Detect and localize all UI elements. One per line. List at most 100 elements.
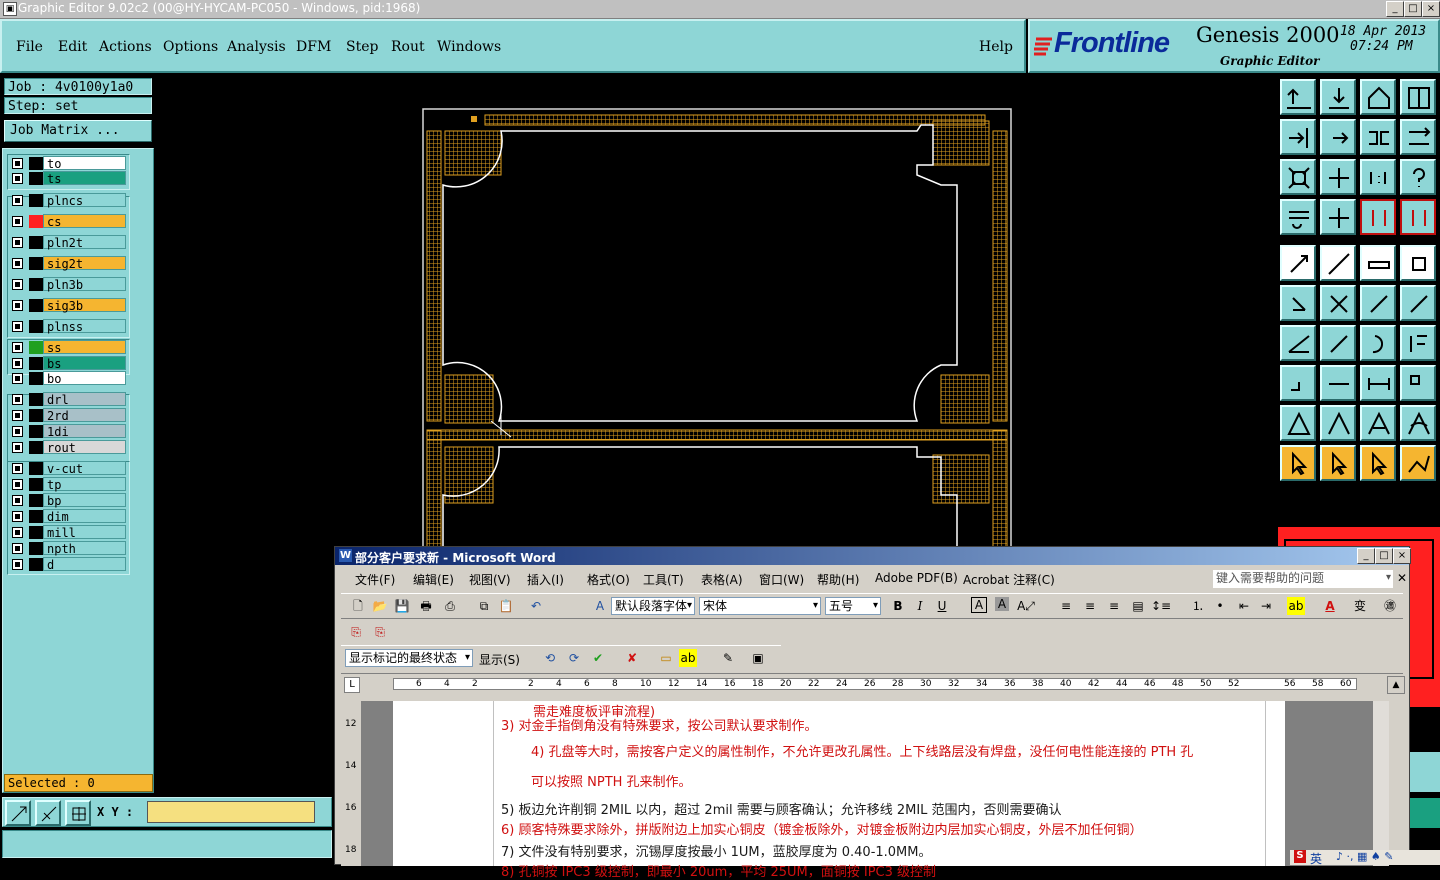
right-side-control[interactable] <box>1410 752 1440 792</box>
close-button[interactable]: × <box>1422 1 1440 17</box>
layer-row-tp[interactable]: tp <box>7 477 128 492</box>
font-select[interactable]: 宋体 <box>699 597 821 615</box>
word-menu-item[interactable]: 表格(A) <box>701 571 743 588</box>
layer-checkbox[interactable] <box>12 479 23 490</box>
word-menu-item[interactable]: Adobe PDF(B) <box>875 571 958 585</box>
triangle-line-icon-button[interactable] <box>1320 405 1356 441</box>
layer-color-swatch[interactable] <box>29 393 43 406</box>
word-menu-item[interactable]: 窗口(W) <box>759 571 804 588</box>
move-node-icon-button[interactable] <box>1280 365 1316 401</box>
print-preview-icon[interactable]: ⎙ <box>441 597 459 615</box>
shapes-icon-button[interactable] <box>1400 365 1436 401</box>
layer-color-swatch[interactable] <box>29 494 43 507</box>
layer-color-swatch[interactable] <box>29 441 43 454</box>
line-node-icon-button[interactable] <box>1360 285 1396 321</box>
word-menu-item[interactable]: Acrobat 注释(C) <box>963 571 1055 588</box>
menu-step[interactable]: Step <box>346 39 378 55</box>
layer-checkbox[interactable] <box>12 426 23 437</box>
layer-name[interactable]: cs <box>43 214 126 229</box>
layer-color-swatch[interactable] <box>29 425 43 438</box>
layer-color-swatch[interactable] <box>29 357 43 370</box>
menu-options[interactable]: Options <box>163 39 218 55</box>
layer-checkbox[interactable] <box>12 394 23 405</box>
layer-checkbox[interactable] <box>12 195 23 206</box>
layer-color-swatch[interactable] <box>29 510 43 523</box>
layer-checkbox[interactable] <box>12 173 23 184</box>
layer-checkbox[interactable] <box>12 559 23 570</box>
layer-name[interactable]: plncs <box>43 193 126 208</box>
pad-icon-button[interactable] <box>1400 245 1436 281</box>
pdf-convert-icon[interactable]: ⎘ <box>347 623 365 641</box>
layer-name[interactable]: bs <box>43 356 126 371</box>
layer-name[interactable]: d <box>43 557 126 572</box>
layer-row-d[interactable]: d <box>7 557 128 572</box>
measure-button[interactable] <box>35 800 61 826</box>
tab-selector[interactable]: L <box>344 677 360 693</box>
reject-change-icon[interactable]: ✘ <box>623 649 641 667</box>
char-border-button[interactable]: A <box>971 597 987 613</box>
export-icon-button[interactable] <box>1320 119 1356 155</box>
highlight-icon[interactable]: ab <box>1287 597 1305 615</box>
layer-name[interactable]: 1di <box>43 424 126 439</box>
markup-display-select[interactable]: 显示标记的最终状态 <box>345 649 473 667</box>
layer-checkbox[interactable] <box>12 158 23 169</box>
dimension-icon-button[interactable] <box>1360 365 1396 401</box>
word-menu-item[interactable]: 视图(V) <box>469 571 511 588</box>
ruler-icon-button[interactable] <box>1360 245 1396 281</box>
angle-icon-button[interactable] <box>1280 325 1316 361</box>
align-right-icon[interactable]: ≡ <box>1105 597 1123 615</box>
connect-icon-button[interactable] <box>1280 285 1316 321</box>
bold-button[interactable]: B <box>889 597 907 615</box>
layer-checkbox[interactable] <box>12 300 23 311</box>
layer-row-rout[interactable]: rout <box>7 440 128 455</box>
layer-checkbox[interactable] <box>12 358 23 369</box>
horizontal-ruler[interactable]: L 6 4 2 2 4 6 8 10 12 14 16 18 20 22 24 26 28 30 32 34 36 38 4… <box>341 673 1405 696</box>
ime-tools-icon[interactable]: ♪ ·, ▦ ♠ ✎ <box>1336 850 1393 863</box>
layer-checkbox[interactable] <box>12 410 23 421</box>
layer-color-swatch[interactable] <box>29 215 43 228</box>
layer-color-swatch[interactable] <box>29 236 43 249</box>
layer-row-plnss[interactable]: plnss <box>7 319 128 334</box>
layer-color-swatch[interactable] <box>29 341 43 354</box>
minimize-button[interactable]: _ <box>1386 1 1404 17</box>
new-comment-icon[interactable]: ▭ <box>657 649 675 667</box>
layer-name[interactable]: tp <box>43 477 126 492</box>
layer-checkbox[interactable] <box>12 495 23 506</box>
layer-name[interactable]: rout <box>43 440 126 455</box>
font-size-select[interactable]: 五号 <box>825 597 881 615</box>
word-menu-item[interactable]: 工具(T) <box>643 571 684 588</box>
word-menu-item[interactable]: 格式(O) <box>587 571 630 588</box>
align-center-icon[interactable]: ≡ <box>1081 597 1099 615</box>
layer-checkbox[interactable] <box>12 543 23 554</box>
phonetic-guide-icon[interactable]: 变 <box>1351 597 1369 615</box>
maximize-button[interactable]: □ <box>1404 1 1422 17</box>
draw-polygon-icon-button[interactable] <box>1320 245 1356 281</box>
char-shading-button[interactable]: A <box>995 597 1009 611</box>
justify-icon[interactable]: ▤ <box>1129 597 1147 615</box>
bullets-icon[interactable]: • <box>1211 597 1229 615</box>
layer-checkbox[interactable] <box>12 463 23 474</box>
layer-name[interactable]: to <box>43 156 126 171</box>
word-doc-close-icon[interactable]: ✕ <box>1397 571 1407 585</box>
layer-row-v-cut[interactable]: v-cut <box>7 461 128 476</box>
layer-checkbox[interactable] <box>12 216 23 227</box>
word-close-button[interactable]: × <box>1393 548 1411 564</box>
open-icon[interactable]: 📂 <box>371 597 389 615</box>
word-menu-item[interactable]: 插入(I) <box>527 571 564 588</box>
layer-row-mill[interactable]: mill <box>7 525 128 540</box>
layer-color-swatch[interactable] <box>29 320 43 333</box>
prev-change-icon[interactable]: ⟲ <box>541 649 559 667</box>
word-menu-item[interactable]: 帮助(H) <box>817 571 859 588</box>
word-menu-item[interactable]: 文件(F) <box>355 571 395 588</box>
net-route-icon-button[interactable] <box>1400 199 1436 235</box>
menu-edit[interactable]: Edit <box>58 39 87 55</box>
pdf-email-icon[interactable]: ⎘ <box>371 623 389 641</box>
layer-checkbox[interactable] <box>12 258 23 269</box>
word-minimize-button[interactable]: _ <box>1357 548 1375 564</box>
scale-text-icon[interactable]: A⤢ <box>1017 597 1035 615</box>
layer-checkbox[interactable] <box>12 237 23 248</box>
upload-icon-button[interactable] <box>1280 79 1316 115</box>
menu-file[interactable]: File <box>16 39 43 55</box>
layer-name[interactable]: pln3b <box>43 277 126 292</box>
paste-icon[interactable]: 📋 <box>497 597 515 615</box>
